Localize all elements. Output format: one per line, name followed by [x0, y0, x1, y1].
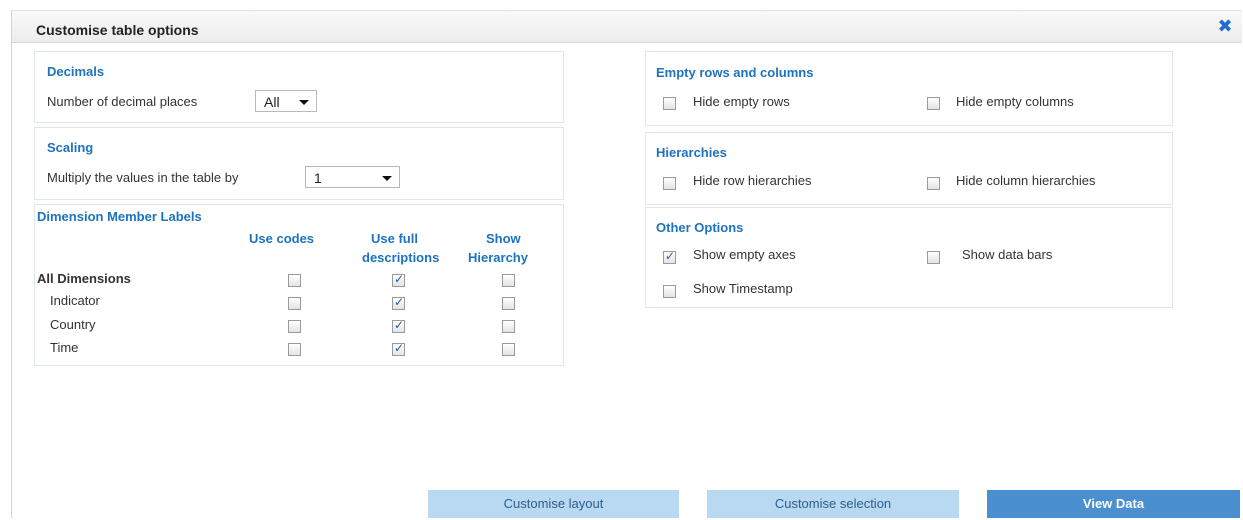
checkbox-hide-empty-columns[interactable]: ✓: [927, 97, 940, 110]
checkbox-country-use-codes[interactable]: ✓: [288, 320, 301, 333]
scaling-select[interactable]: 1: [305, 166, 400, 188]
checkbox-show-timestamp[interactable]: ✓: [663, 285, 676, 298]
decimals-panel: Decimals Number of decimal places All: [34, 51, 564, 123]
decimals-label: Number of decimal places: [47, 94, 198, 109]
hide-empty-rows-label: Hide empty rows: [693, 94, 790, 109]
hierarchies-panel: Hierarchies ✓ Hide row hierarchies ✓ Hid…: [645, 132, 1173, 205]
row-label-country: Country: [50, 317, 96, 332]
checkbox-all-use-codes[interactable]: ✓: [288, 274, 301, 287]
checkbox-time-show-hierarchy[interactable]: ✓: [502, 343, 515, 356]
dimension-labels-panel: Dimension Member Labels Use codes Use fu…: [34, 204, 564, 366]
checkbox-time-use-codes[interactable]: ✓: [288, 343, 301, 356]
decimals-title: Decimals: [47, 64, 105, 79]
show-empty-axes-label: Show empty axes: [693, 247, 796, 262]
hide-empty-columns-label: Hide empty columns: [956, 94, 1074, 109]
chevron-down-icon: [382, 176, 392, 181]
checkbox-indicator-use-full[interactable]: ✓: [392, 295, 405, 310]
other-options-title: Other Options: [656, 220, 744, 235]
empty-rows-panel: Empty rows and columns ✓ Hide empty rows…: [645, 51, 1173, 126]
customise-selection-button[interactable]: Customise selection: [707, 490, 959, 518]
checkbox-time-use-full[interactable]: ✓: [392, 341, 405, 356]
dimension-labels-title: Dimension Member Labels: [37, 209, 202, 224]
checkbox-indicator-show-hierarchy[interactable]: ✓: [502, 297, 515, 310]
checkbox-hide-empty-rows[interactable]: ✓: [663, 97, 676, 110]
checkbox-all-show-hierarchy[interactable]: ✓: [502, 274, 515, 287]
hide-column-hierarchies-label: Hide column hierarchies: [956, 173, 1096, 188]
scaling-title: Scaling: [47, 140, 94, 155]
col-header-use-codes: Use codes: [249, 231, 315, 246]
checkbox-hide-column-hierarchies[interactable]: ✓: [927, 177, 940, 190]
checkbox-show-data-bars[interactable]: ✓: [927, 251, 940, 264]
checkbox-country-use-full[interactable]: ✓: [392, 318, 405, 333]
close-icon[interactable]: ✖: [1217, 17, 1233, 35]
decimals-select[interactable]: All: [255, 90, 317, 112]
scaling-panel: Scaling Multiply the values in the table…: [34, 127, 564, 200]
col-header-use-full-1: Use full: [371, 231, 418, 246]
checkbox-show-empty-axes[interactable]: ✓: [663, 249, 676, 264]
customise-table-dialog: Customise table options ✖ Decimals Numbe…: [11, 10, 1242, 518]
show-data-bars-label: Show data bars: [962, 247, 1053, 262]
chevron-down-icon: [299, 100, 309, 105]
checkbox-all-use-full[interactable]: ✓: [392, 272, 405, 287]
checkbox-country-show-hierarchy[interactable]: ✓: [502, 320, 515, 333]
row-label-indicator: Indicator: [50, 293, 100, 308]
scaling-label: Multiply the values in the table by: [47, 170, 239, 185]
col-header-hierarchy-1: Show: [486, 231, 521, 246]
dialog-titlebar: Customise table options ✖: [12, 11, 1242, 43]
empty-rows-title: Empty rows and columns: [656, 65, 814, 80]
hide-row-hierarchies-label: Hide row hierarchies: [693, 173, 812, 188]
col-header-hierarchy-2: Hierarchy: [468, 250, 528, 265]
dialog-title: Customise table options: [36, 22, 199, 38]
row-label-all-dimensions: All Dimensions: [37, 271, 131, 286]
customise-layout-button[interactable]: Customise layout: [428, 490, 679, 518]
scaling-select-value: 1: [314, 170, 322, 186]
hierarchies-title: Hierarchies: [656, 145, 727, 160]
checkbox-hide-row-hierarchies[interactable]: ✓: [663, 177, 676, 190]
col-header-use-full-2: descriptions: [362, 250, 440, 265]
row-label-time: Time: [50, 340, 79, 355]
checkbox-indicator-use-codes[interactable]: ✓: [288, 297, 301, 310]
other-options-panel: Other Options ✓ Show empty axes ✓ Show d…: [645, 207, 1173, 308]
show-timestamp-label: Show Timestamp: [693, 281, 793, 296]
decimals-select-value: All: [264, 94, 280, 110]
view-data-button[interactable]: View Data: [987, 490, 1240, 518]
